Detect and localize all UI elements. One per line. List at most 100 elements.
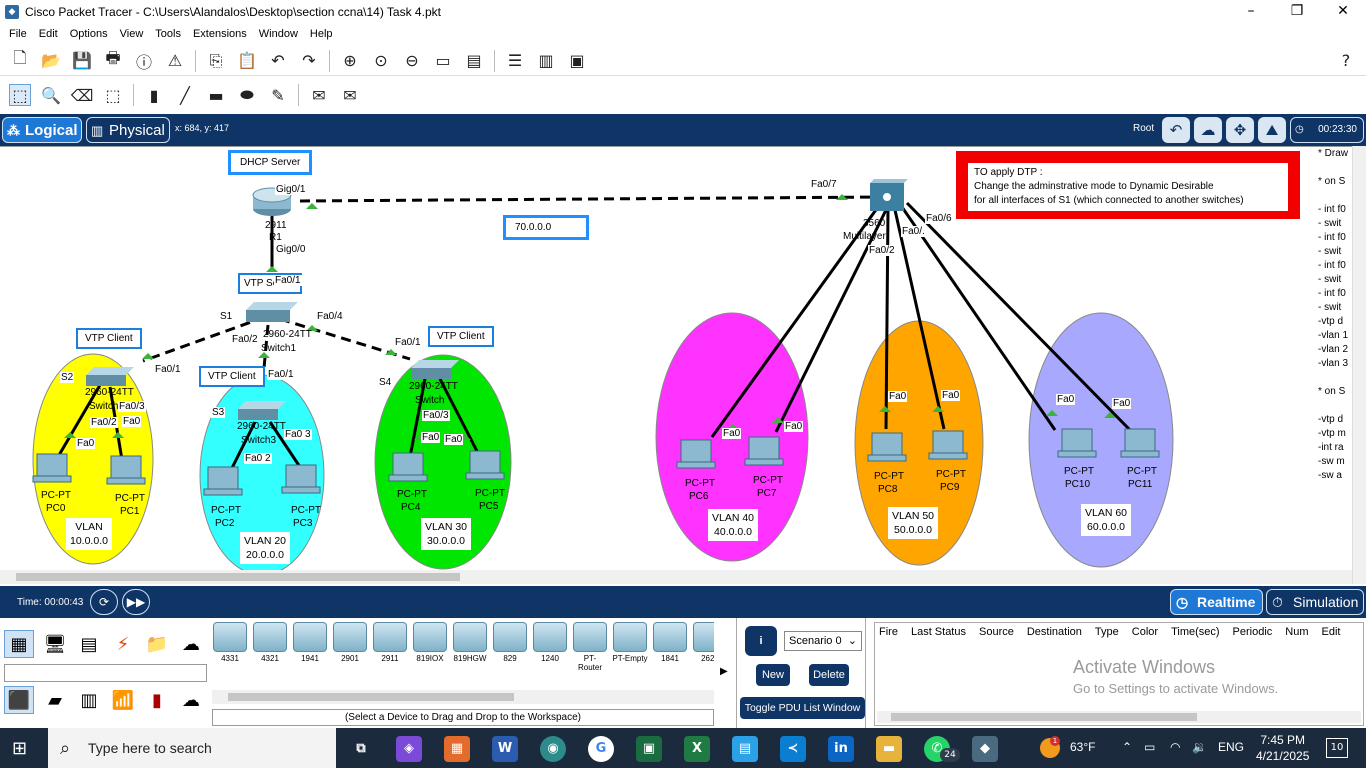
- components-icon[interactable]: ▤: [74, 630, 104, 658]
- scenario-select[interactable]: Scenario 0 ⌄: [784, 631, 862, 651]
- scroll-thumb[interactable]: [16, 573, 460, 581]
- scroll-thumb[interactable]: [891, 713, 1197, 721]
- pc3[interactable]: [281, 464, 321, 494]
- side-note[interactable]: * Draw * on S - int f0 - swit - int f0 - swit…: [1314, 147, 1352, 570]
- column-header[interactable]: Num: [1285, 626, 1308, 638]
- pc0[interactable]: [32, 453, 72, 483]
- column-header[interactable]: Periodic: [1233, 626, 1273, 638]
- menu-view[interactable]: View: [120, 28, 144, 40]
- device-model-item[interactable]: 1841: [652, 622, 688, 674]
- volume-icon[interactable]: 🔉: [1192, 740, 1207, 754]
- pc1[interactable]: [106, 455, 146, 485]
- switch-s1[interactable]: [246, 302, 298, 322]
- line-icon[interactable]: ╱: [174, 84, 196, 106]
- help-icon[interactable]: ?: [1335, 50, 1357, 72]
- device-model-item[interactable]: 1941: [292, 622, 328, 674]
- open-icon[interactable]: 📂: [40, 50, 62, 72]
- multiuser-icon[interactable]: ☁: [176, 630, 206, 658]
- network-70-label[interactable]: 70.0.0.0: [503, 215, 589, 240]
- menu-options[interactable]: Options: [70, 28, 108, 40]
- splitter-arrow-icon[interactable]: ▶: [720, 666, 728, 677]
- redo-icon[interactable]: ↷: [298, 50, 320, 72]
- wan-emulation-icon[interactable]: ☁: [176, 686, 206, 714]
- device-model-item[interactable]: 4321: [252, 622, 288, 674]
- note-icon[interactable]: ☰: [504, 50, 526, 72]
- simple-pdu-icon[interactable]: ✉: [308, 84, 330, 106]
- zoom-reset-icon[interactable]: ⊙: [370, 50, 392, 72]
- device-model-item[interactable]: 1240: [532, 622, 568, 674]
- packet-tracer-taskbar-icon[interactable]: ◆: [972, 736, 998, 762]
- multilayer-switch[interactable]: [870, 179, 908, 211]
- column-header[interactable]: Time(sec): [1171, 626, 1219, 638]
- clock[interactable]: 7:45 PM 4/21/2025: [1256, 732, 1309, 764]
- menu-help[interactable]: Help: [310, 28, 333, 40]
- pc2[interactable]: [203, 466, 243, 496]
- pc10[interactable]: [1057, 428, 1097, 458]
- weather-temp[interactable]: 63°F: [1070, 740, 1095, 754]
- dtp-note[interactable]: TO apply DTP : Change the adminstrative …: [956, 151, 1300, 219]
- file-explorer-icon[interactable]: ▬: [876, 736, 902, 762]
- device-list-scrollbar[interactable]: [212, 690, 714, 704]
- rect-tool-icon[interactable]: ▬: [205, 84, 227, 106]
- device-model-item[interactable]: 2620: [692, 622, 714, 674]
- menu-tools[interactable]: Tools: [155, 28, 181, 40]
- column-header[interactable]: Color: [1132, 626, 1158, 638]
- network-wizard-icon[interactable]: ⚠: [164, 50, 186, 72]
- clock-display[interactable]: ◷ 00:23:30: [1290, 117, 1364, 143]
- device-category-field[interactable]: [4, 664, 207, 682]
- pc4[interactable]: [388, 452, 428, 482]
- notification-center-icon[interactable]: 10: [1326, 738, 1348, 758]
- toggle-pdu-list-button[interactable]: Toggle PDU List Window: [740, 697, 865, 719]
- word-icon[interactable]: W: [492, 736, 518, 762]
- power-cycle-icon[interactable]: ⟳: [90, 589, 118, 615]
- column-header[interactable]: Fire: [879, 626, 898, 638]
- menu-window[interactable]: Window: [259, 28, 298, 40]
- cluster-icon[interactable]: ☁: [1194, 117, 1222, 143]
- end-devices-icon[interactable]: 🖥: [40, 630, 70, 658]
- zoom-out-icon[interactable]: ⊖: [401, 50, 423, 72]
- workspace-vertical-scrollbar[interactable]: [1352, 146, 1366, 584]
- fast-forward-icon[interactable]: ▶▶: [122, 589, 150, 615]
- vtp-client-s2-label[interactable]: VTP Client: [76, 328, 142, 349]
- pc5[interactable]: [465, 450, 505, 480]
- column-header[interactable]: Last Status: [911, 626, 966, 638]
- image-icon[interactable]: ▣: [566, 50, 588, 72]
- column-header[interactable]: Destination: [1027, 626, 1082, 638]
- taskbar-search[interactable]: ⌕ Type here to search: [48, 728, 336, 768]
- ellipse-tool-icon[interactable]: ⬬: [236, 84, 258, 106]
- menu-extensions[interactable]: Extensions: [193, 28, 247, 40]
- excel-icon[interactable]: X: [684, 736, 710, 762]
- select-icon[interactable]: ⬚: [9, 84, 31, 106]
- zoom-in-icon[interactable]: ⊕: [339, 50, 361, 72]
- menu-file[interactable]: File: [9, 28, 27, 40]
- device-model-item[interactable]: 819HGW: [452, 622, 488, 674]
- vscode-icon[interactable]: ≺: [780, 736, 806, 762]
- maximize-button[interactable]: ❐: [1274, 0, 1320, 24]
- new-scenario-button[interactable]: New: [756, 664, 790, 686]
- column-header[interactable]: Type: [1095, 626, 1119, 638]
- realtime-mode-button[interactable]: ◷ Realtime: [1170, 589, 1263, 615]
- scroll-thumb[interactable]: [228, 693, 514, 701]
- pc8[interactable]: [867, 432, 907, 462]
- device-model-item[interactable]: 819IOX: [412, 622, 448, 674]
- logical-workspace[interactable]: DHCP Server VTP Server VTP Client VTP Cl…: [0, 146, 1352, 570]
- info-button[interactable]: i: [745, 626, 777, 656]
- vtp-client-s3-label[interactable]: VTP Client: [199, 366, 265, 387]
- menu-edit[interactable]: Edit: [39, 28, 58, 40]
- table-icon[interactable]: ▤: [463, 50, 485, 72]
- wifi-icon[interactable]: ◠: [1170, 740, 1180, 754]
- device-model-item[interactable]: 829: [492, 622, 528, 674]
- connections-icon[interactable]: ⚡: [108, 630, 138, 658]
- pc6[interactable]: [676, 439, 716, 469]
- freeform-icon[interactable]: ✎: [267, 84, 289, 106]
- complex-pdu-icon[interactable]: ✉: [339, 84, 361, 106]
- battery-icon[interactable]: ▭: [1144, 740, 1155, 754]
- device-model-item[interactable]: 2911: [372, 622, 408, 674]
- save-icon[interactable]: 💾: [71, 50, 93, 72]
- miscellaneous-icon[interactable]: 📁: [142, 630, 172, 658]
- background-image-icon[interactable]: ⛰: [1258, 117, 1286, 143]
- routers-icon[interactable]: ⬛: [4, 686, 34, 714]
- device-icon[interactable]: ▥: [535, 50, 557, 72]
- switches-icon[interactable]: ▰: [40, 686, 70, 714]
- paste-icon[interactable]: 📋: [236, 50, 258, 72]
